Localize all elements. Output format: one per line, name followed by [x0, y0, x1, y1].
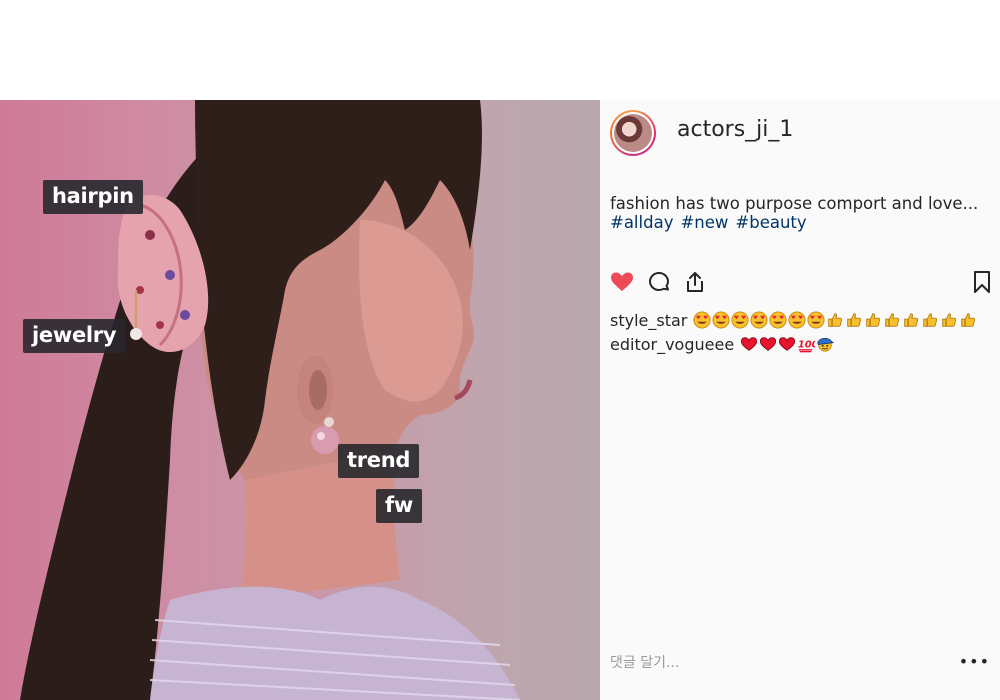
- comment-item: style_star: [610, 308, 995, 332]
- heart-eyes-emoji-icon: [750, 311, 769, 329]
- thumbs-up-emoji-icon: [959, 311, 978, 329]
- comment-emoji-text: 100: [740, 335, 835, 353]
- heart-eyes-emoji-icon: [769, 311, 788, 329]
- thumbs-up-emoji-icon: [864, 311, 883, 329]
- face-with-cap-emoji-icon: [816, 335, 835, 353]
- heart-eyes-emoji-icon: [807, 311, 826, 329]
- comment-item: editor_vogueee 100: [610, 332, 995, 356]
- hundred-emoji-icon: 100: [797, 335, 819, 353]
- caption-text: fashion has two purpose comport and love…: [610, 194, 979, 213]
- share-icon[interactable]: [683, 270, 707, 294]
- thumbs-up-emoji-icon: [845, 311, 864, 329]
- heart-eyes-emoji-icon: [788, 311, 807, 329]
- earring: [311, 426, 339, 454]
- tag-fw[interactable]: fw: [376, 489, 422, 523]
- thumbs-up-emoji-icon: [883, 311, 902, 329]
- thumbs-up-emoji-icon: [826, 311, 845, 329]
- avatar[interactable]: [610, 110, 656, 156]
- hashtag-list: #allday #new #beauty: [610, 213, 990, 232]
- like-heart-icon[interactable]: [610, 270, 634, 294]
- red-heart-emoji-icon: [740, 335, 759, 353]
- thumbs-up-emoji-icon: [921, 311, 940, 329]
- tag-trend[interactable]: trend: [338, 444, 420, 478]
- svg-text:100: 100: [798, 340, 815, 351]
- action-bar: [610, 270, 992, 296]
- heart-eyes-emoji-icon: [712, 311, 731, 329]
- avatar-image: [614, 114, 652, 152]
- post-side-panel: actors_ji_1 fashion has two purpose comp…: [600, 100, 1000, 700]
- comment-emoji-text: [693, 311, 978, 329]
- red-heart-emoji-icon: [778, 335, 797, 353]
- tag-jewelry[interactable]: jewelry: [23, 319, 126, 353]
- post-caption: fashion has two purpose comport and love…: [610, 194, 990, 232]
- post-photo[interactable]: hairpin jewelry trend fw: [0, 100, 600, 700]
- hashtag-allday[interactable]: #allday: [610, 213, 673, 232]
- red-heart-emoji-icon: [759, 335, 778, 353]
- username[interactable]: actors_ji_1: [677, 117, 793, 142]
- add-comment-input[interactable]: 댓글 달기...: [610, 652, 679, 672]
- hashtag-new[interactable]: #new: [680, 213, 728, 232]
- hashtag-beauty[interactable]: #beauty: [735, 213, 806, 232]
- thumbs-up-emoji-icon: [940, 311, 959, 329]
- comment-icon[interactable]: [647, 270, 671, 294]
- comment-username[interactable]: style_star: [610, 311, 687, 330]
- comment-username[interactable]: editor_vogueee: [610, 335, 734, 354]
- comment-list: style_star editor_vogueee 100: [610, 308, 995, 356]
- bookmark-icon[interactable]: [970, 270, 994, 294]
- more-options-icon[interactable]: •••: [959, 652, 990, 671]
- thumbs-up-emoji-icon: [902, 311, 921, 329]
- heart-eyes-emoji-icon: [693, 311, 712, 329]
- tag-hairpin[interactable]: hairpin: [43, 180, 143, 214]
- instagram-post: hairpin jewelry trend fw actors_ji_1 fas…: [0, 100, 1000, 700]
- heart-eyes-emoji-icon: [731, 311, 750, 329]
